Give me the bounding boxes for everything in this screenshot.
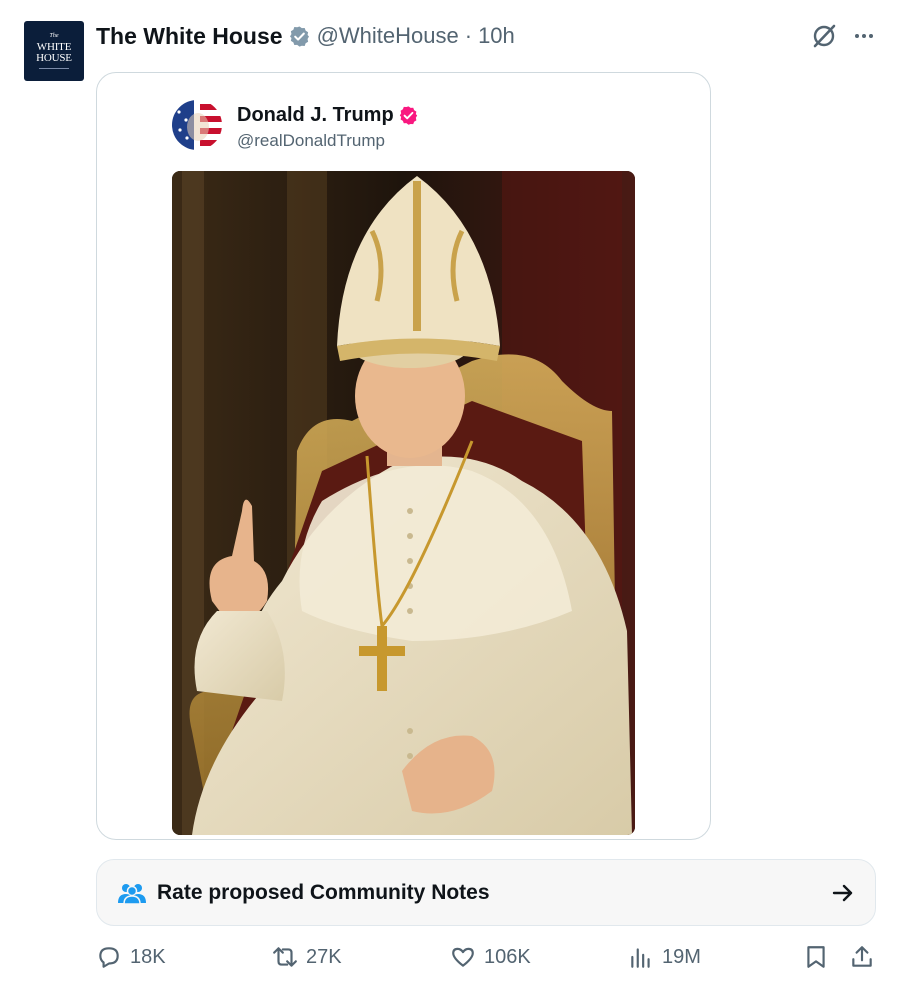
avatar-logo-line3: HOUSE bbox=[36, 52, 72, 64]
more-icon[interactable] bbox=[852, 24, 876, 48]
bookmark-icon bbox=[807, 946, 825, 968]
flag-face-avatar-image bbox=[172, 100, 222, 150]
bookmark-button[interactable] bbox=[803, 944, 829, 970]
author-handle[interactable]: @WhiteHouse bbox=[317, 23, 459, 49]
post-image[interactable] bbox=[172, 171, 635, 835]
verified-badge-icon bbox=[399, 106, 417, 125]
post-time[interactable]: 10h bbox=[478, 23, 515, 49]
author-name[interactable]: The White House bbox=[96, 23, 283, 50]
like-icon bbox=[452, 947, 474, 967]
community-notes-bar[interactable]: Rate proposed Community Notes bbox=[96, 859, 876, 926]
reply-count: 18K bbox=[130, 945, 166, 968]
action-bar: 18K 27K 106K 19M bbox=[0, 944, 904, 976]
author-avatar[interactable]: The WHITE HOUSE bbox=[24, 21, 84, 81]
reply-button[interactable]: 18K bbox=[96, 944, 166, 970]
views-button[interactable]: 19M bbox=[628, 944, 701, 970]
community-icon bbox=[118, 883, 146, 905]
avatar-logo-rule bbox=[39, 68, 69, 69]
repost-button[interactable]: 27K bbox=[272, 944, 342, 970]
meta-separator: · bbox=[464, 23, 473, 48]
repost-icon bbox=[273, 947, 297, 967]
share-button[interactable] bbox=[849, 944, 875, 970]
views-count: 19M bbox=[662, 945, 701, 968]
like-count: 106K bbox=[484, 945, 531, 968]
quoted-handle[interactable]: @realDonaldTrump bbox=[237, 131, 385, 151]
like-button[interactable]: 106K bbox=[450, 944, 531, 970]
grok-icon[interactable] bbox=[810, 22, 838, 50]
views-icon bbox=[631, 948, 650, 968]
pope-portrait-image bbox=[172, 171, 635, 835]
reply-icon bbox=[99, 947, 119, 968]
quoted-post[interactable]: Donald J. Trump @realDonaldTrump bbox=[96, 72, 711, 840]
repost-count: 27K bbox=[306, 945, 342, 968]
quoted-author[interactable]: Donald J. Trump bbox=[237, 104, 419, 127]
community-notes-label: Rate proposed Community Notes bbox=[157, 880, 490, 904]
tweet-header: The White House @WhiteHouse · 10h bbox=[96, 21, 515, 51]
verified-badge-icon bbox=[289, 25, 309, 47]
quoted-author-name[interactable]: Donald J. Trump bbox=[237, 104, 394, 127]
share-icon bbox=[852, 946, 872, 967]
quoted-avatar[interactable] bbox=[172, 100, 222, 150]
top-actions bbox=[810, 22, 876, 50]
arrow-right-icon bbox=[832, 884, 853, 901]
